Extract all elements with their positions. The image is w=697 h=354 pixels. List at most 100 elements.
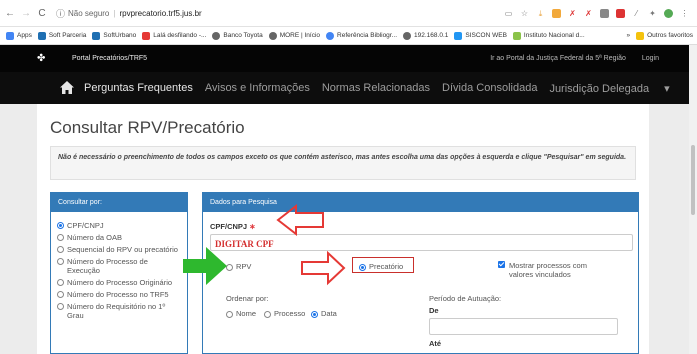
chrome-menu-icon[interactable]: ⋮: [680, 9, 689, 18]
scrollbar-thumb[interactable]: [691, 145, 695, 215]
extension-gray-icon[interactable]: [600, 8, 609, 18]
checkbox-checked[interactable]: [498, 261, 505, 268]
search-by-panel: Consultar por: CPF/CNPJ Número da OAB Se…: [50, 192, 188, 354]
home-icon[interactable]: [60, 81, 74, 94]
reference-icon: [326, 31, 335, 40]
option-processo-originario[interactable]: Número do Processo Originário: [57, 278, 181, 287]
menu-jurisdicao[interactable]: Jurisdição Delegada ▾: [549, 82, 681, 95]
order-processo[interactable]: Processo: [264, 309, 305, 318]
security-label: Não seguro: [68, 8, 110, 18]
required-mark: ∗: [249, 222, 256, 231]
order-nome[interactable]: Nome: [226, 309, 256, 318]
bookmark-siscon[interactable]: SISCON WEB: [454, 31, 507, 40]
extension-translate-icon[interactable]: ⁄: [632, 9, 641, 18]
browser-address-bar: ← → C ⓘ Não seguro | rpvprecatorio.trf5.…: [0, 0, 697, 27]
search-by-header: Consultar por:: [51, 193, 187, 212]
link-portal-jf5[interactable]: Ir ao Portal da Justiça Federal da 5ª Re…: [490, 55, 626, 62]
menu-normas[interactable]: Normas Relacionadas: [322, 82, 430, 95]
bookmark-label: SISCON WEB: [465, 32, 507, 39]
option-label: CPF/CNPJ: [67, 221, 104, 230]
forward-icon[interactable]: →: [20, 8, 32, 19]
bookmark-label: 192.168.0.1: [414, 32, 449, 39]
menu-perguntas-frequentes[interactable]: Perguntas Frequentes: [84, 82, 193, 95]
bookmark-label: Lalá desfilando -...: [153, 32, 207, 39]
radio[interactable]: [57, 258, 64, 265]
order-by-label: Ordenar por:: [226, 294, 269, 303]
link-login[interactable]: Login: [642, 55, 659, 62]
option-oab[interactable]: Número da OAB: [57, 233, 181, 242]
bookmark-router[interactable]: 192.168.0.1: [403, 31, 449, 40]
radio[interactable]: [226, 310, 233, 318]
option-processo-trf5[interactable]: Número do Processo no TRF5: [57, 290, 181, 299]
bookmark-label: Soft Parceria: [48, 32, 87, 39]
bookmark-more[interactable]: MORE | Início: [268, 31, 320, 40]
extension-pin-icon[interactable]: ✗: [568, 9, 577, 18]
search-data-panel: Dados para Pesquisa CPF/CNPJ ∗ DIGITAR C…: [202, 192, 639, 354]
option-cpf-cnpj[interactable]: CPF/CNPJ: [57, 221, 181, 230]
download-icon[interactable]: ⤓: [536, 9, 545, 18]
extension-puzzle-icon[interactable]: ✦: [648, 9, 657, 18]
from-date-input[interactable]: [429, 318, 618, 335]
option-label: Número do Requisitório no 1º Grau: [67, 302, 166, 320]
star-icon[interactable]: ☆: [520, 9, 529, 18]
globe-icon: [212, 31, 221, 40]
option-processo-execucao[interactable]: Número do Processo de Execução: [57, 257, 181, 275]
radio-selected[interactable]: [57, 222, 64, 229]
info-icon[interactable]: ⓘ: [56, 7, 65, 20]
menu-items: Perguntas Frequentes Avisos e Informaçõe…: [84, 82, 694, 95]
extension-orange-icon[interactable]: [552, 8, 561, 18]
other-bookmarks[interactable]: Outros favoritos: [636, 31, 693, 40]
option-sequencial[interactable]: Sequencial do RPV ou precatório: [57, 245, 181, 254]
page-scrollbar[interactable]: [689, 45, 697, 354]
radio[interactable]: [57, 246, 64, 253]
bookmark-banco-toyota[interactable]: Banco Toyota: [212, 31, 263, 40]
show-values-checkbox[interactable]: Mostrar processos com valores vinculados: [498, 261, 599, 279]
menu-divida[interactable]: Dívida Consolidada: [442, 82, 537, 95]
radio[interactable]: [57, 279, 64, 286]
bookmark-apps[interactable]: Apps: [6, 31, 32, 40]
bookmarks-more-chevron[interactable]: »: [626, 32, 630, 39]
bookmark-instituto[interactable]: Instituto Nacional d...: [512, 31, 585, 40]
radio[interactable]: [57, 291, 64, 298]
order-processo-label: Processo: [274, 309, 306, 318]
option-label: Sequencial do RPV ou precatório: [67, 245, 178, 254]
portal-menu: Perguntas Frequentes Avisos e Informaçõe…: [0, 72, 697, 104]
radio[interactable]: [57, 234, 64, 241]
siscon-icon: [454, 31, 463, 40]
bookmark-referencia[interactable]: Referência Bibliogr...: [326, 31, 397, 40]
portal-title[interactable]: Portal Precatórios/TRF5: [72, 55, 147, 62]
radio-selected[interactable]: [311, 310, 318, 318]
omnibox[interactable]: ⓘ Não seguro | rpvprecatorio.trf5.jus.br: [56, 7, 504, 20]
bookmark-label: Banco Toyota: [223, 32, 263, 39]
order-nome-label: Nome: [236, 309, 257, 318]
url-text[interactable]: rpvprecatorio.trf5.jus.br: [119, 9, 201, 18]
order-data[interactable]: Data: [311, 309, 337, 318]
folder-icon: [636, 31, 645, 40]
youtube-icon: [142, 31, 151, 40]
bookmarks-overflow: » Outros favoritos: [626, 31, 693, 40]
bookmark-youtube[interactable]: Lalá desfilando -...: [142, 31, 207, 40]
extension-red-icon[interactable]: ✗: [584, 9, 593, 18]
type-rpv[interactable]: RPV: [226, 262, 251, 271]
option-label: Número do Processo no TRF5: [67, 290, 169, 299]
portal-logo-icon[interactable]: ✤: [37, 53, 49, 64]
leaf-icon: [512, 31, 521, 40]
radio[interactable]: [264, 310, 271, 318]
radio[interactable]: [226, 263, 233, 271]
cast-icon[interactable]: ▭: [504, 9, 513, 18]
profile-avatar-icon[interactable]: [664, 8, 673, 18]
back-icon[interactable]: ←: [4, 8, 16, 19]
bookmark-softurbano[interactable]: SoftUrbano: [92, 31, 136, 40]
reload-icon[interactable]: C: [36, 8, 48, 19]
bookmarks-bar: Apps Soft Parceria SoftUrbano Lalá desfi…: [0, 27, 697, 45]
info-box: Não é necessário o preenchimento de todo…: [50, 146, 636, 180]
extension-mail-icon[interactable]: [616, 8, 625, 18]
option-requisitorio[interactable]: Número do Requisitório no 1º Grau: [57, 302, 181, 320]
bookmark-soft-parceria[interactable]: Soft Parceria: [37, 31, 87, 40]
omnibox-separator: |: [113, 8, 116, 18]
option-label: Número do Processo de Execução: [67, 257, 148, 275]
bookmark-label: Instituto Nacional d...: [523, 32, 585, 39]
menu-avisos[interactable]: Avisos e Informações: [205, 82, 310, 95]
radio[interactable]: [57, 303, 64, 310]
soft-icon: [92, 31, 101, 40]
